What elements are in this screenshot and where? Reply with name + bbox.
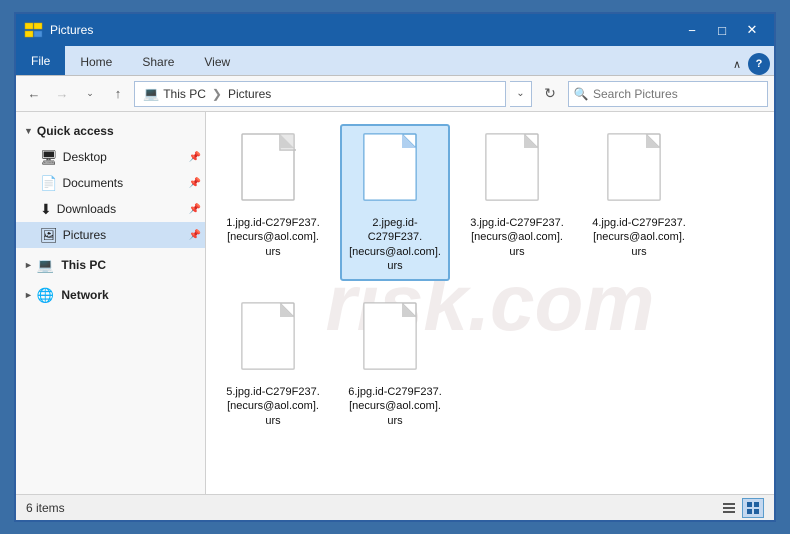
search-icon: 🔍 <box>569 82 593 106</box>
this-pc-icon: 💻 <box>37 257 54 274</box>
file-icon <box>482 132 552 212</box>
file-icon <box>604 132 674 212</box>
list-view-button[interactable] <box>718 498 740 518</box>
sidebar-item-this-pc[interactable]: ► 💻 This PC <box>16 252 205 278</box>
file-item[interactable]: 3.jpg.id-C279F237.[necurs@aol.com].urs <box>462 124 572 281</box>
ribbon: File Home Share View ∧ ? <box>16 46 774 76</box>
network-icon: 🌐 <box>37 287 54 304</box>
desktop-label: Desktop <box>63 150 184 164</box>
file-name: 4.jpg.id-C279F237.[necurs@aol.com].urs <box>592 216 686 259</box>
address-path[interactable]: 💻 This PC ❯ Pictures <box>134 81 506 107</box>
sidebar-item-quick-access[interactable]: ▼ Quick access <box>16 118 205 144</box>
file-name: 2.jpeg.id-C279F237.[necurs@aol.com].urs <box>348 216 442 273</box>
sidebar-item-downloads[interactable]: ⬇ Downloads 📌 <box>16 196 205 222</box>
pin-icon2: 📌 <box>189 178 201 189</box>
tab-view[interactable]: View <box>189 47 245 75</box>
documents-label: Documents <box>62 176 183 190</box>
titlebar: Pictures − □ ✕ <box>16 14 774 46</box>
documents-icon: 📄 <box>40 175 57 192</box>
close-button[interactable]: ✕ <box>738 19 766 41</box>
sidebar: ▼ Quick access 🖥 Desktop 📌 📄 Documents 📌… <box>16 112 206 494</box>
downloads-label: Downloads <box>57 202 184 216</box>
back-button[interactable]: ← <box>22 82 46 106</box>
this-pc-label: This PC <box>61 258 106 272</box>
statusbar: 6 items <box>16 494 774 520</box>
quick-access-label: Quick access <box>37 124 114 138</box>
file-item[interactable]: 1.jpg.id-C279F237.[necurs@aol.com].urs <box>218 124 328 281</box>
forward-button[interactable]: → <box>50 82 74 106</box>
file-name: 3.jpg.id-C279F237.[necurs@aol.com].urs <box>470 216 564 259</box>
file-icon <box>360 301 430 381</box>
file-name: 1.jpg.id-C279F237.[necurs@aol.com].urs <box>226 216 320 259</box>
desktop-icon: 🖥 <box>40 149 58 166</box>
pictures-label: Pictures <box>63 228 184 242</box>
file-item[interactable]: 4.jpg.id-C279F237.[necurs@aol.com].urs <box>584 124 694 281</box>
search-box[interactable]: 🔍 <box>568 81 768 107</box>
ribbon-right: ∧ ? <box>726 53 774 75</box>
expand-arrow2-icon: ► <box>24 260 33 270</box>
sidebar-item-desktop[interactable]: 🖥 Desktop 📌 <box>16 144 205 170</box>
pin-icon: 📌 <box>189 152 201 163</box>
file-icon <box>238 301 308 381</box>
pin-icon3: 📌 <box>189 204 201 215</box>
file-icon <box>238 132 308 212</box>
explorer-window: Pictures − □ ✕ File Home Share View ∧ ? … <box>14 12 776 522</box>
downloads-icon: ⬇ <box>40 201 52 218</box>
expand-arrow-icon: ▼ <box>24 126 33 136</box>
large-icon-view-button[interactable] <box>742 498 764 518</box>
files-grid: 1.jpg.id-C279F237.[necurs@aol.com].urs 2… <box>218 124 762 436</box>
ribbon-collapse-icon[interactable]: ∧ <box>726 53 748 75</box>
path-sep1: ❯ <box>212 87 222 101</box>
path-pictures[interactable]: Pictures <box>228 87 271 101</box>
sidebar-item-documents[interactable]: 📄 Documents 📌 <box>16 170 205 196</box>
restore-button[interactable]: □ <box>708 19 736 41</box>
network-label: Network <box>61 288 108 302</box>
search-input[interactable] <box>593 87 767 101</box>
minimize-button[interactable]: − <box>678 19 706 41</box>
window-title: Pictures <box>50 23 678 37</box>
file-area: risk.com 1.jpg.id-C279F237.[necurs@aol.c… <box>206 112 774 494</box>
ribbon-tabs: File Home Share View ∧ ? <box>16 46 774 76</box>
sidebar-item-network[interactable]: ► 🌐 Network <box>16 282 205 308</box>
addressbar: ← → ⌄ ↑ 💻 This PC ❯ Pictures ⌄ ↻ 🔍 <box>16 76 774 112</box>
pictures-icon: 🖼 <box>40 227 58 244</box>
item-count: 6 items <box>26 501 65 515</box>
dropdown-recent-button[interactable]: ⌄ <box>78 82 102 106</box>
path-icon: 💻 <box>143 86 159 102</box>
window-controls: − □ ✕ <box>678 19 766 41</box>
file-name: 6.jpg.id-C279F237.[necurs@aol.com].urs <box>348 385 442 428</box>
file-item[interactable]: 6.jpg.id-C279F237.[necurs@aol.com].urs <box>340 293 450 436</box>
file-name: 5.jpg.id-C279F237.[necurs@aol.com].urs <box>226 385 320 428</box>
up-button[interactable]: ↑ <box>106 82 130 106</box>
tab-home[interactable]: Home <box>65 47 127 75</box>
view-controls <box>718 498 764 518</box>
path-this-pc[interactable]: This PC <box>163 87 206 101</box>
sidebar-item-pictures[interactable]: 🖼 Pictures 📌 <box>16 222 205 248</box>
tab-file[interactable]: File <box>16 45 65 75</box>
file-icon <box>360 132 430 212</box>
window-icon <box>24 20 44 40</box>
file-item[interactable]: 5.jpg.id-C279F237.[necurs@aol.com].urs <box>218 293 328 436</box>
tab-share[interactable]: Share <box>127 47 189 75</box>
expand-arrow3-icon: ► <box>24 290 33 300</box>
path-dropdown-button[interactable]: ⌄ <box>510 81 532 107</box>
pin-icon4: 📌 <box>189 230 201 241</box>
main-content: ▼ Quick access 🖥 Desktop 📌 📄 Documents 📌… <box>16 112 774 494</box>
help-icon[interactable]: ? <box>748 53 770 75</box>
refresh-button[interactable]: ↻ <box>536 81 564 107</box>
file-item[interactable]: 2.jpeg.id-C279F237.[necurs@aol.com].urs <box>340 124 450 281</box>
